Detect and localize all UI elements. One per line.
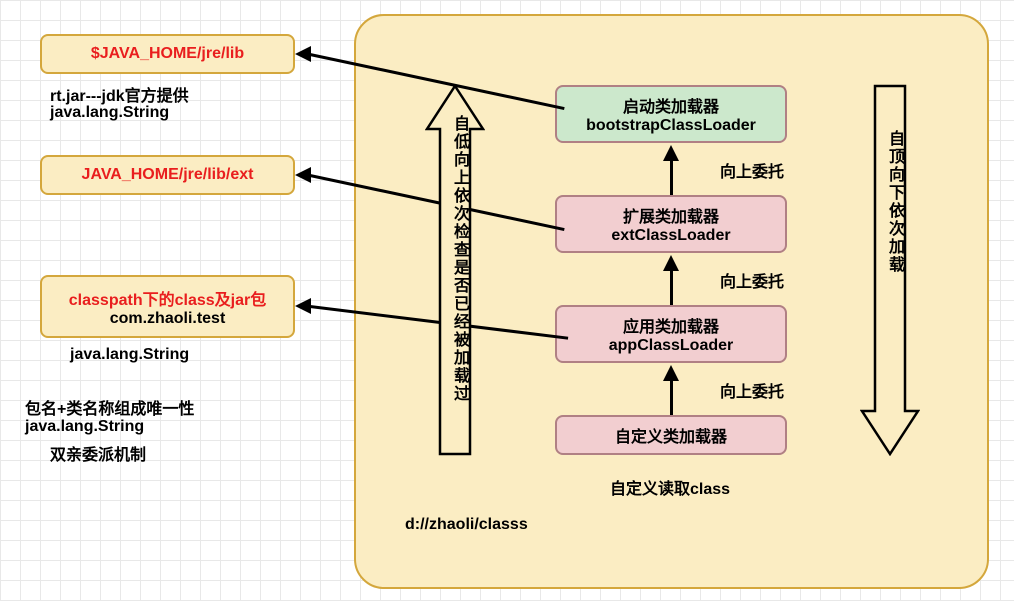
- arrow-head-3: [663, 365, 679, 381]
- arrow-head-1: [663, 145, 679, 161]
- java-lang-string-2: java.lang.String: [70, 346, 189, 364]
- app-line1: 应用类加载器: [623, 313, 719, 337]
- delegate-label-2: 向上委托: [720, 268, 784, 292]
- note-unique: 包名+类名称组成唯一性: [25, 395, 194, 419]
- java-lang-string-1: java.lang.String: [50, 104, 169, 122]
- arrow-line-3: [670, 378, 673, 415]
- bootstrap-line2: bootstrapClassLoader: [586, 117, 756, 135]
- delegate-label-1: 向上委托: [720, 158, 784, 182]
- conn-arrow-3: [295, 298, 311, 314]
- down-arrow-label: 自顶向下依次加载: [882, 130, 906, 274]
- arrow-line-2: [670, 268, 673, 305]
- custom-loader-box: 自定义类加载器: [555, 415, 787, 455]
- box3-label: classpath下的class及jar包: [69, 286, 266, 310]
- up-arrow-label: 自低向上依次检查是否已经被加载过: [447, 115, 471, 403]
- box-classpath: classpath下的class及jar包 com.zhaoli.test: [40, 275, 295, 338]
- delegate-label-3: 向上委托: [720, 378, 784, 402]
- box-java-home-jre-lib: $JAVA_HOME/jre/lib: [40, 34, 295, 74]
- conn-arrow-1: [295, 46, 311, 62]
- box1-label: $JAVA_HOME/jre/lib: [91, 45, 244, 63]
- note-parent-delegate: 双亲委派机制: [50, 441, 146, 465]
- app-loader-box: 应用类加载器 appClassLoader: [555, 305, 787, 363]
- note-string: java.lang.String: [25, 418, 144, 436]
- bootstrap-loader-box: 启动类加载器 bootstrapClassLoader: [555, 85, 787, 143]
- ext-line1: 扩展类加载器: [623, 203, 719, 227]
- box3-sub: com.zhaoli.test: [110, 310, 226, 328]
- box-java-home-ext: JAVA_HOME/jre/lib/ext: [40, 155, 295, 195]
- arrow-line-1: [670, 158, 673, 195]
- rt-jar-text: rt.jar---jdk官方提供: [50, 82, 189, 106]
- arrow-head-2: [663, 255, 679, 271]
- ext-line2: extClassLoader: [611, 227, 730, 245]
- custom-line1: 自定义类加载器: [615, 423, 727, 447]
- custom-read-label: 自定义读取class: [610, 475, 730, 499]
- box2-label: JAVA_HOME/jre/lib/ext: [82, 166, 254, 184]
- bootstrap-line1: 启动类加载器: [623, 93, 719, 117]
- conn-arrow-2: [295, 167, 311, 183]
- app-line2: appClassLoader: [609, 337, 733, 355]
- path-label: d://zhaoli/classs: [405, 516, 528, 534]
- ext-loader-box: 扩展类加载器 extClassLoader: [555, 195, 787, 253]
